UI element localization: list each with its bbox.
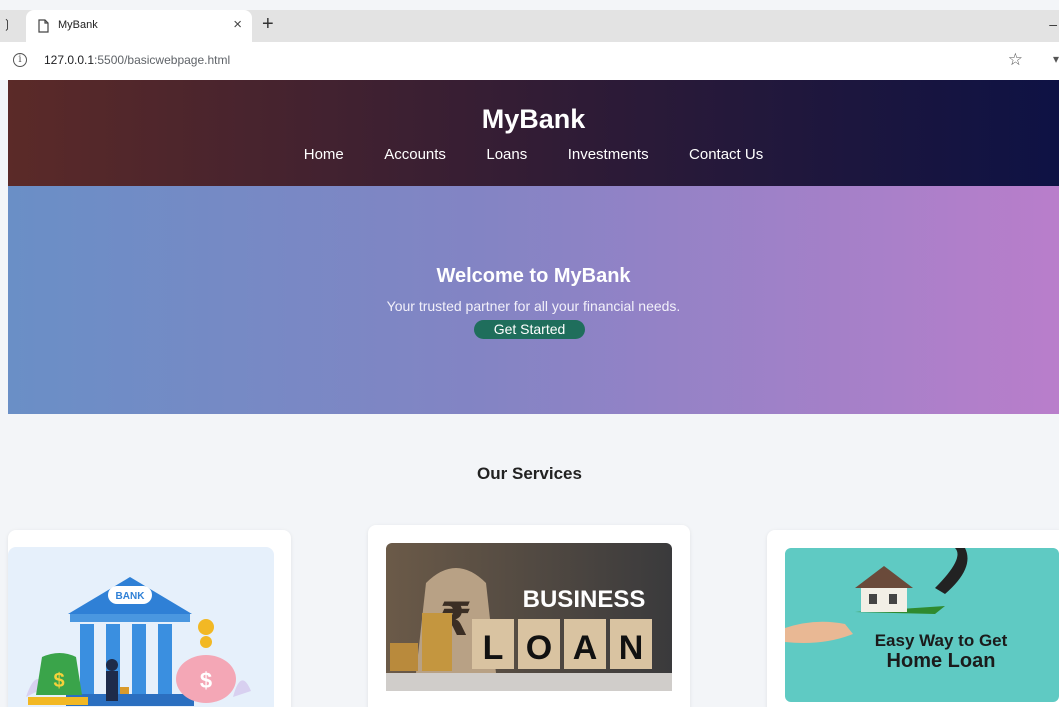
bank-building-icon: BANK $ $ bbox=[8, 547, 274, 707]
url-text[interactable]: 127.0.0.1:5500/basicwebpage.html bbox=[44, 53, 230, 67]
nav-contact-us[interactable]: Contact Us bbox=[689, 146, 763, 163]
home-loan-line1: Easy Way to Get bbox=[875, 631, 1008, 650]
new-tab-icon[interactable]: + bbox=[262, 13, 274, 36]
svg-text:$: $ bbox=[53, 670, 64, 692]
close-tab-icon[interactable]: × bbox=[233, 16, 242, 33]
loan-letter-o: O bbox=[526, 629, 552, 667]
home-loan-line2: Home Loan bbox=[887, 650, 996, 672]
main-nav: Home Accounts Loans Investments Contact … bbox=[8, 146, 1059, 164]
loan-letter-l: L bbox=[483, 629, 504, 667]
get-started-button[interactable]: Get Started bbox=[474, 320, 585, 339]
url-host: 127.0.0.1 bbox=[44, 53, 95, 67]
browser-tab-bar: ❳ MyBank × + – bbox=[0, 10, 1059, 42]
browser-tab[interactable]: MyBank × bbox=[26, 10, 252, 42]
nav-home[interactable]: Home bbox=[304, 146, 344, 163]
site-header: MyBank Home Accounts Loans Investments C… bbox=[8, 80, 1059, 186]
loan-letter-a: A bbox=[573, 629, 598, 667]
svg-text:$: $ bbox=[200, 668, 212, 693]
nav-investments[interactable]: Investments bbox=[568, 146, 649, 163]
service-card-bank[interactable]: BANK $ $ bbox=[8, 530, 291, 707]
tab-title: MyBank bbox=[58, 19, 98, 31]
service-card-business-loan[interactable]: ₹ BUSINESS L O A N bbox=[368, 525, 690, 707]
page-icon bbox=[38, 19, 49, 33]
chevron-down-icon[interactable]: ▾ bbox=[1053, 52, 1059, 66]
business-loan-image: ₹ BUSINESS L O A N bbox=[386, 543, 672, 691]
hero-banner: Welcome to MyBank Your trusted partner f… bbox=[8, 186, 1059, 414]
hero-subtitle: Your trusted partner for all your financ… bbox=[386, 298, 681, 314]
hero-title: Welcome to MyBank bbox=[436, 265, 631, 287]
brand-title: MyBank bbox=[481, 104, 586, 134]
minimize-icon[interactable]: – bbox=[1049, 16, 1057, 32]
loan-letter-n: N bbox=[619, 629, 644, 667]
business-text: BUSINESS bbox=[523, 586, 646, 613]
nav-accounts[interactable]: Accounts bbox=[384, 146, 446, 163]
service-card-home-loan[interactable]: Easy Way to Get Home Loan bbox=[767, 530, 1059, 707]
bank-sign-text: BANK bbox=[116, 591, 146, 602]
tab-edge-icon: ❳ bbox=[2, 17, 13, 31]
bookmark-star-icon[interactable]: ☆ bbox=[1008, 50, 1023, 70]
nav-loans[interactable]: Loans bbox=[486, 146, 527, 163]
address-bar[interactable]: i 127.0.0.1:5500/basicwebpage.html ☆ ▾ bbox=[0, 42, 1059, 80]
services-title: Our Services bbox=[477, 464, 582, 483]
site-info-icon[interactable]: i bbox=[13, 53, 27, 67]
url-path: :5500/basicwebpage.html bbox=[94, 53, 231, 67]
home-loan-image: Easy Way to Get Home Loan bbox=[785, 548, 1059, 702]
